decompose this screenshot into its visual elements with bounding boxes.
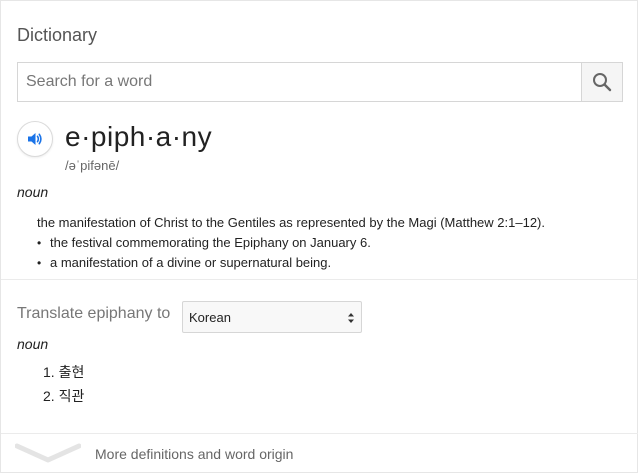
definitions-list: the manifestation of Christ to the Genti…	[37, 213, 545, 273]
translation-item: 2. 직관	[43, 388, 85, 404]
search-button[interactable]	[581, 63, 622, 101]
definition-sub: the festival commemorating the Epiphany …	[37, 233, 545, 253]
search-box	[17, 62, 623, 102]
pronunciation-audio-button[interactable]	[17, 121, 53, 157]
more-definitions-button[interactable]: More definitions and word origin	[1, 434, 638, 473]
definition-main: the manifestation of Christ to the Genti…	[37, 215, 545, 230]
card-title: Dictionary	[17, 25, 98, 45]
section-divider	[1, 279, 638, 280]
speaker-icon	[28, 133, 42, 145]
dictionary-card: Dictionary e·piph·a·ny /əˈpifənē/ noun t…	[0, 0, 638, 473]
phonetic-spelling: /əˈpifənē/	[65, 158, 120, 173]
headword: e·piph·a·ny	[65, 121, 213, 152]
translation-item: 1. 출현	[43, 364, 85, 380]
definition-sub: a manifestation of a divine or supernatu…	[37, 253, 545, 273]
language-select-value: Korean	[189, 309, 231, 325]
chevron-down-icon	[15, 443, 81, 463]
part-of-speech: noun	[17, 184, 49, 200]
language-select[interactable]: Korean	[182, 301, 362, 333]
translation-part-of-speech: noun	[17, 336, 49, 352]
translations-list: 1. 출현 2. 직관	[43, 360, 84, 408]
search-icon	[593, 73, 612, 92]
search-input[interactable]	[18, 63, 583, 101]
select-arrows-icon	[348, 313, 354, 323]
more-definitions-label: More definitions and word origin	[95, 446, 294, 462]
translate-label: Translate epiphany to	[17, 305, 171, 322]
